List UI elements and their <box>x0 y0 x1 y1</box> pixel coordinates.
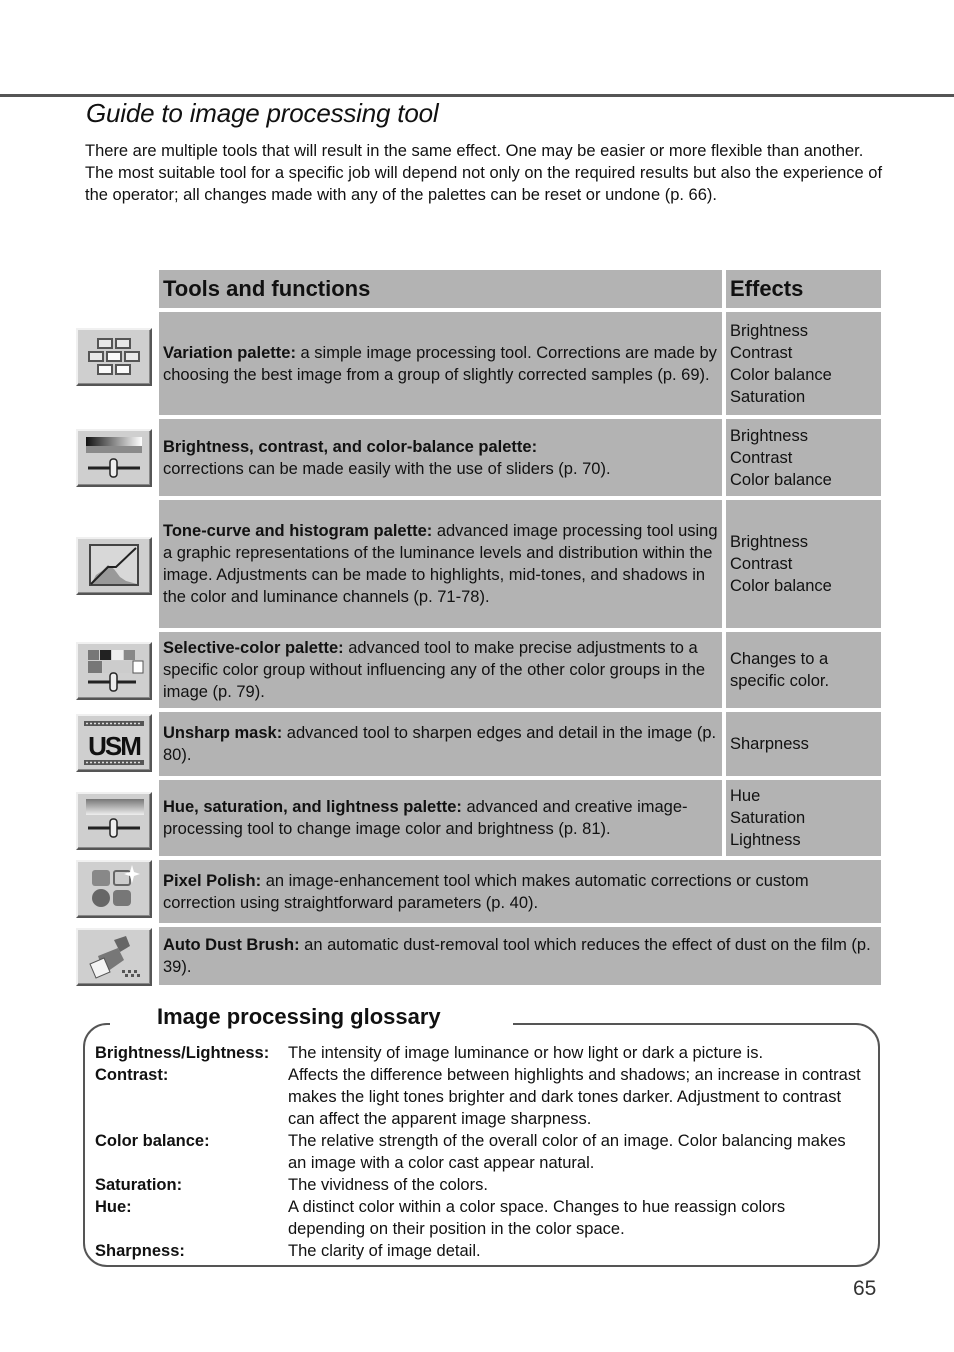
table-row: Hue, saturation, and lightness palette: … <box>76 780 881 856</box>
table-row: Tone-curve and histogram palette: advanc… <box>76 500 881 628</box>
glossary-item: Brightness/Lightness: The intensity of i… <box>95 1042 865 1064</box>
svg-text:USM: USM <box>88 731 140 761</box>
glossary-item: Contrast: Affects the difference between… <box>95 1064 865 1130</box>
table-row: Selective-color palette: advanced tool t… <box>76 632 881 708</box>
table-row: Auto Dust Brush: an automatic dust-remov… <box>76 927 881 986</box>
pixel-polish-icon[interactable] <box>76 860 152 918</box>
glossary-title: Image processing glossary <box>157 1004 441 1029</box>
tool-name: Selective-color palette: <box>163 639 344 657</box>
effect-item: Brightness <box>730 533 808 551</box>
function-cell: Variation palette: a simple image proces… <box>159 312 722 415</box>
hue-saturation-lightness-icon[interactable] <box>76 792 152 850</box>
effect-item: Color balance <box>730 365 832 384</box>
tool-name: Auto Dust Brush: <box>163 936 300 954</box>
effects-cell: Hue Saturation Lightness <box>726 780 881 856</box>
glossary-definition: The relative strength of the overall col… <box>288 1132 846 1172</box>
effects-cell: Brightness Contrast Color balance Satura… <box>726 312 881 415</box>
table-row: Pixel Polish: an image-enhancement tool … <box>76 860 881 923</box>
selective-color-palette-icon[interactable] <box>76 642 152 700</box>
glossary-item: Sharpness: The clarity of image detail. <box>95 1240 865 1262</box>
function-cell: Brightness, contrast, and color-balance … <box>159 419 722 496</box>
glossary-term: Hue: <box>95 1198 132 1216</box>
glossary-term: Brightness/Lightness: <box>95 1044 270 1062</box>
effect-item: Contrast <box>730 448 793 467</box>
effect-item: Color balance <box>730 470 832 489</box>
function-cell: Pixel Polish: an image-enhancement tool … <box>159 860 881 923</box>
effect-item: Sharpness <box>730 735 809 753</box>
brightness-contrast-palette-icon[interactable] <box>76 429 152 487</box>
glossary-definition: A distinct color within a color space. C… <box>288 1198 786 1238</box>
function-cell: Tone-curve and histogram palette: advanc… <box>159 500 722 628</box>
effect-item: Saturation <box>730 809 806 827</box>
effects-cell: Brightness Contrast Color balance <box>726 500 881 628</box>
glossary-item: Color balance: The relative strength of … <box>95 1130 865 1174</box>
tool-name: Unsharp mask: <box>163 724 283 742</box>
glossary-definition: The intensity of image luminance or how … <box>288 1044 764 1062</box>
tool-name: Pixel Polish: <box>163 871 262 890</box>
table-row: Brightness, contrast, and color-balance … <box>76 419 881 496</box>
tools-table: Tools and functions Effects Variation pa… <box>76 270 881 989</box>
effects-cell: Sharpness <box>726 712 881 776</box>
variation-palette-icon[interactable] <box>76 328 152 386</box>
unsharp-mask-icon[interactable]: USM <box>76 714 152 772</box>
glossary-term: Sharpness: <box>95 1242 185 1260</box>
effects-cell: Brightness Contrast Color balance <box>726 419 881 496</box>
glossary-list: Brightness/Lightness: The intensity of i… <box>95 1042 865 1262</box>
tool-name: Tone-curve and histogram palette: <box>163 522 433 540</box>
table-row: USM Unsharp mask: advanced tool to sharp… <box>76 712 881 776</box>
effects-cell: Changes to a specific color. <box>726 632 881 708</box>
effect-item: Saturation <box>730 387 806 406</box>
tool-description: corrections can be made easily with the … <box>163 459 611 478</box>
glossary-term: Contrast: <box>95 1066 169 1084</box>
effect-item: Lightness <box>730 831 801 849</box>
tool-name: Variation palette: <box>163 343 296 362</box>
header-effects: Effects <box>726 270 881 308</box>
effect-item: Brightness <box>730 321 808 340</box>
effect-item: Contrast <box>730 555 793 573</box>
tool-name: Brightness, contrast, and color-balance … <box>163 437 538 456</box>
page-title: Guide to image processing tool <box>86 98 439 128</box>
effect-item: Brightness <box>730 426 808 445</box>
effect-item: Color balance <box>730 577 832 595</box>
function-cell: Unsharp mask: advanced tool to sharpen e… <box>159 712 722 776</box>
table-header: Tools and functions Effects <box>159 270 881 308</box>
header-tools-functions: Tools and functions <box>159 270 722 308</box>
tone-curve-histogram-icon[interactable] <box>76 537 152 595</box>
glossary-definition: The clarity of image detail. <box>288 1242 481 1260</box>
effect-item: Hue <box>730 787 761 805</box>
top-rule <box>0 94 954 97</box>
effect-item: Contrast <box>730 343 793 362</box>
glossary-item: Saturation: The vividness of the colors. <box>95 1174 865 1196</box>
function-cell: Selective-color palette: advanced tool t… <box>159 632 722 708</box>
tool-name: Hue, saturation, and lightness palette: <box>163 798 462 816</box>
glossary-term: Saturation: <box>95 1176 183 1194</box>
function-cell: Auto Dust Brush: an automatic dust-remov… <box>159 927 881 985</box>
glossary-definition: The vividness of the colors. <box>288 1176 488 1194</box>
table-row: Variation palette: a simple image proces… <box>76 312 881 415</box>
glossary-term: Color balance: <box>95 1132 210 1150</box>
glossary-definition: Affects the difference between highlight… <box>288 1066 861 1128</box>
page-number: 65 <box>853 1277 877 1300</box>
auto-dust-brush-icon[interactable] <box>76 928 152 986</box>
intro-paragraph: There are multiple tools that will resul… <box>85 142 883 204</box>
function-cell: Hue, saturation, and lightness palette: … <box>159 780 722 856</box>
effect-item: Changes to a specific color. <box>730 650 830 690</box>
glossary-item: Hue: A distinct color within a color spa… <box>95 1196 865 1240</box>
